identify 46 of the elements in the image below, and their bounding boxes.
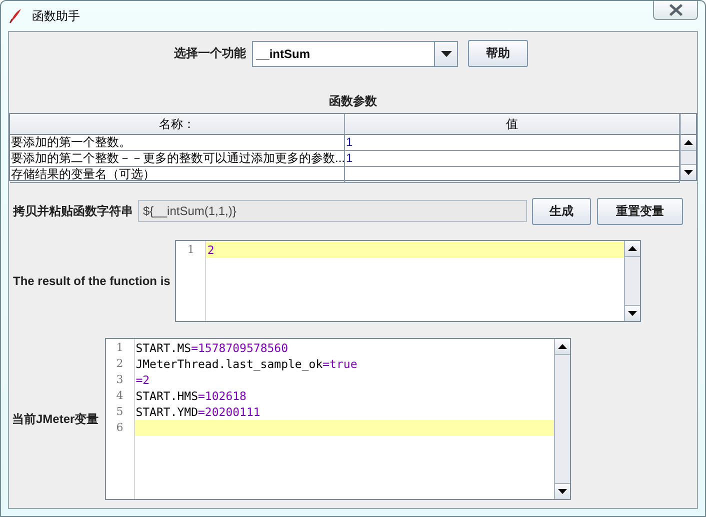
code-line: START.MS=1578709578560 [134,340,288,356]
function-label: 选择一个功能 [174,45,246,62]
scrollbar[interactable] [554,339,570,499]
table-cell: 要添加的第一个整数。 [10,135,345,150]
reset-button[interactable]: 重置变量 [597,198,683,224]
window-title: 函数助手 [32,8,80,24]
code-editor[interactable]: 1 2 [175,240,642,322]
line-number: 6 [115,420,124,436]
line-number: 3 [115,372,124,388]
variables-label: 当前JMeter变量 [12,410,99,428]
feather-icon [9,8,23,24]
code-line: 2 [206,242,214,258]
section-title: 函数参数 [329,93,377,110]
line-number: 4 [115,388,124,404]
scrollbar[interactable] [624,241,640,321]
help-button[interactable]: 帮助 [468,40,528,67]
line-number: 1 [186,242,196,258]
function-string-label: 拷贝并粘贴函数字符串 [13,202,133,220]
code-line: START.YMD=20200111 [134,404,260,420]
result-label: The result of the function is [13,274,170,288]
table-row[interactable]: 要添加的第二个整数－－更多的整数可以通过添加更多的参数...1 [10,151,680,167]
scrollbar[interactable] [680,135,696,180]
function-dropdown[interactable]: __intSum [252,40,458,66]
code-editor[interactable]: 1 2 3 4 5 6 START.MS=1578709578560 JMeterThread.last_sample_ok=true =2 START.HMS=102618 START.YMD=20200111 [104,338,571,500]
scroll-down-icon[interactable] [684,170,693,175]
line-number: 5 [115,404,124,420]
line-number: 1 [115,340,124,356]
code-line: =2 [134,372,150,388]
column-header: 名称： [10,114,345,134]
table-cell: 要添加的第二个整数－－更多的整数可以通过添加更多的参数... [10,151,345,166]
code-line: START.HMS=102618 [134,388,246,404]
close-button[interactable] [653,1,698,20]
table-row[interactable]: 存储结果的变量名（可选） [10,167,680,183]
code-line: JMeterThread.last_sample_ok=true [134,356,358,372]
scroll-down-icon[interactable] [558,489,567,494]
dropdown-arrow-icon[interactable] [440,50,452,56]
table-row[interactable]: 要添加的第一个整数。 1 [10,135,680,151]
scroll-up-icon[interactable] [684,140,693,145]
close-icon[interactable] [668,2,682,18]
line-number: 2 [115,356,124,372]
table-cell: 存储结果的变量名（可选） [10,167,345,182]
generate-button[interactable]: 生成 [532,198,591,224]
scroll-up-icon[interactable] [558,344,567,349]
scroll-up-icon[interactable] [628,246,638,251]
scroll-down-icon[interactable] [628,311,638,316]
function-string-field[interactable]: ${__intSum(1,1,)} [138,200,527,222]
